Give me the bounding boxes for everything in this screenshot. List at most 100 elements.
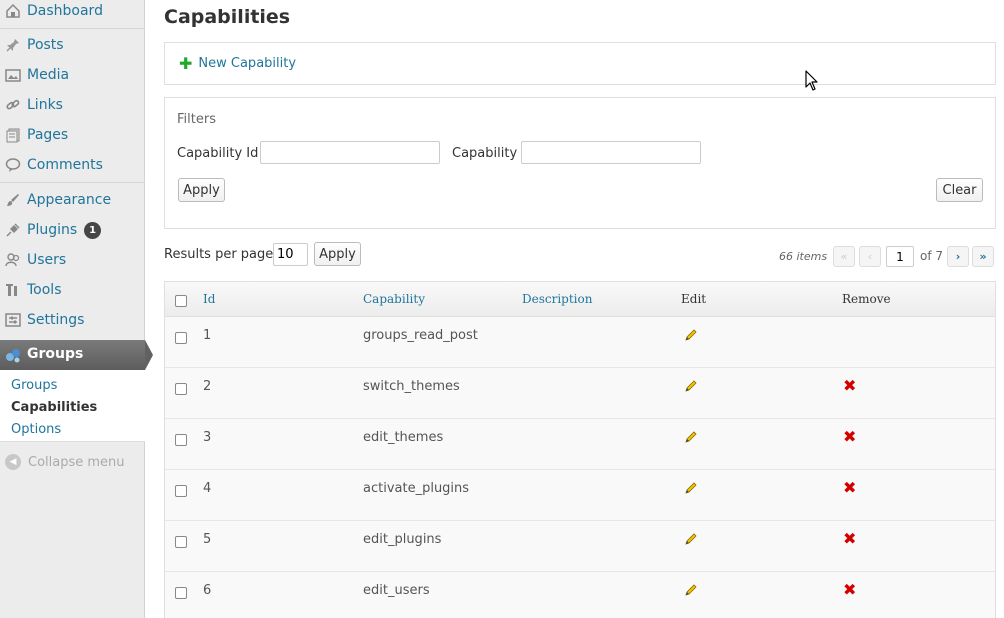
pencil-edit-icon[interactable] <box>684 379 698 393</box>
menu-item-settings[interactable]: Settings <box>0 307 145 333</box>
row-id: 3 <box>203 430 212 445</box>
filters-panel: Filters Capability Id Capability Apply C… <box>164 97 996 229</box>
menu-label-groups: Groups <box>27 346 84 362</box>
add-plus-icon: ✚ <box>179 54 193 73</box>
select-all-checkbox[interactable] <box>175 295 187 307</box>
menu-item-dashboard[interactable]: Dashboard <box>0 0 145 24</box>
menu-item-comments[interactable]: Comments <box>0 152 145 178</box>
menu-label-tools: Tools <box>27 282 62 298</box>
first-page-button[interactable]: « <box>833 246 855 267</box>
column-header-remove: Remove <box>842 292 891 306</box>
paintbrush-icon <box>4 191 22 209</box>
column-header-description[interactable]: Description <box>522 292 592 306</box>
row-capability: edit_themes <box>363 430 444 445</box>
row-id: 5 <box>203 532 212 547</box>
dashboard-icon <box>4 2 22 20</box>
page-title: Capabilities <box>164 6 291 28</box>
column-header-id[interactable]: Id <box>203 292 215 306</box>
pencil-edit-icon[interactable] <box>684 328 698 342</box>
menu-label-settings: Settings <box>27 312 85 328</box>
menu-separator <box>0 28 145 29</box>
settings-icon <box>4 311 22 329</box>
comment-bubble-icon <box>4 156 22 174</box>
menu-item-tools[interactable]: Tools <box>0 277 145 303</box>
previous-page-button[interactable]: ‹ <box>859 246 881 267</box>
menu-item-plugins[interactable]: Plugins 1 <box>0 217 145 243</box>
collapse-menu-label: Collapse menu <box>28 454 125 470</box>
menu-label-posts: Posts <box>27 37 64 53</box>
groups-submenu: Groups Capabilities Options <box>0 370 145 442</box>
plug-icon <box>4 221 22 239</box>
menu-label-links: Links <box>27 97 63 113</box>
row-checkbox[interactable] <box>175 434 187 446</box>
pencil-edit-icon[interactable] <box>684 583 698 597</box>
new-capability-link[interactable]: ✚ New Capability <box>179 54 297 73</box>
menu-label-users: Users <box>27 252 67 268</box>
pencil-edit-icon[interactable] <box>684 430 698 444</box>
collapse-menu-button[interactable]: ◀ Collapse menu <box>5 454 125 470</box>
capability-filter-label: Capability <box>452 146 518 161</box>
row-id: 2 <box>203 379 212 394</box>
tools-icon <box>4 281 22 299</box>
remove-x-icon[interactable]: ✖ <box>843 429 856 445</box>
pages-icon <box>4 126 22 144</box>
remove-x-icon[interactable]: ✖ <box>843 531 856 547</box>
capability-id-input[interactable] <box>260 141 440 164</box>
active-menu-arrow <box>145 340 153 370</box>
menu-item-posts[interactable]: Posts <box>0 32 145 58</box>
collapse-arrow-icon: ◀ <box>5 454 21 470</box>
remove-x-icon[interactable]: ✖ <box>843 582 856 598</box>
menu-item-appearance[interactable]: Appearance <box>0 187 145 213</box>
remove-x-icon[interactable]: ✖ <box>843 480 856 496</box>
table-row: 4 activate_plugins ✖ <box>165 470 995 521</box>
row-id: 6 <box>203 583 212 598</box>
remove-x-icon[interactable]: ✖ <box>843 378 856 394</box>
menu-item-pages[interactable]: Pages <box>0 122 145 148</box>
filters-title: Filters <box>177 112 216 127</box>
table-row: 6 edit_users ✖ <box>165 572 995 618</box>
last-page-button[interactable]: » <box>972 246 994 267</box>
capability-id-label: Capability Id <box>177 146 259 161</box>
row-checkbox[interactable] <box>175 587 187 599</box>
row-capability: switch_themes <box>363 379 460 394</box>
menu-item-media[interactable]: Media <box>0 62 145 88</box>
menu-item-users[interactable]: Users <box>0 247 145 273</box>
filters-apply-button[interactable]: Apply <box>178 178 225 202</box>
results-per-page-apply-button[interactable]: Apply <box>314 242 361 266</box>
filters-clear-button[interactable]: Clear <box>936 178 983 202</box>
mouse-cursor-icon <box>805 70 819 91</box>
menu-label-plugins: Plugins <box>27 222 78 238</box>
new-capability-label: New Capability <box>198 56 297 71</box>
row-checkbox[interactable] <box>175 383 187 395</box>
menu-item-links[interactable]: Links <box>0 92 145 118</box>
row-capability: edit_users <box>363 583 430 598</box>
menu-item-groups[interactable]: Groups <box>0 340 153 370</box>
pin-icon <box>4 36 22 54</box>
link-icon <box>4 96 22 114</box>
column-header-capability[interactable]: Capability <box>363 292 425 306</box>
submenu-item-options[interactable]: Options <box>11 422 61 437</box>
admin-sidebar: Dashboard Posts Media Links Pages Commen… <box>0 0 153 618</box>
media-icon <box>4 66 22 84</box>
row-id: 1 <box>203 328 212 343</box>
pencil-edit-icon[interactable] <box>684 481 698 495</box>
menu-label-comments: Comments <box>27 157 103 173</box>
item-count: 66 items <box>779 250 828 263</box>
row-checkbox[interactable] <box>175 485 187 497</box>
current-page-input[interactable] <box>886 246 914 267</box>
pencil-edit-icon[interactable] <box>684 532 698 546</box>
results-per-page-input[interactable] <box>273 243 308 266</box>
table-row: 5 edit_plugins ✖ <box>165 521 995 572</box>
table-row: 1 groups_read_post <box>165 317 995 368</box>
row-checkbox[interactable] <box>175 332 187 344</box>
new-capability-panel: ✚ New Capability <box>164 42 996 85</box>
submenu-item-groups[interactable]: Groups <box>11 378 57 393</box>
capability-filter-input[interactable] <box>521 141 701 164</box>
row-capability: edit_plugins <box>363 532 442 547</box>
table-header: Id Capability Description Edit Remove <box>165 282 995 317</box>
row-checkbox[interactable] <box>175 536 187 548</box>
next-page-button[interactable]: › <box>947 246 969 267</box>
submenu-item-capabilities[interactable]: Capabilities <box>11 400 97 415</box>
capabilities-table: Id Capability Description Edit Remove 1 … <box>164 281 996 618</box>
menu-label-appearance: Appearance <box>27 192 112 208</box>
